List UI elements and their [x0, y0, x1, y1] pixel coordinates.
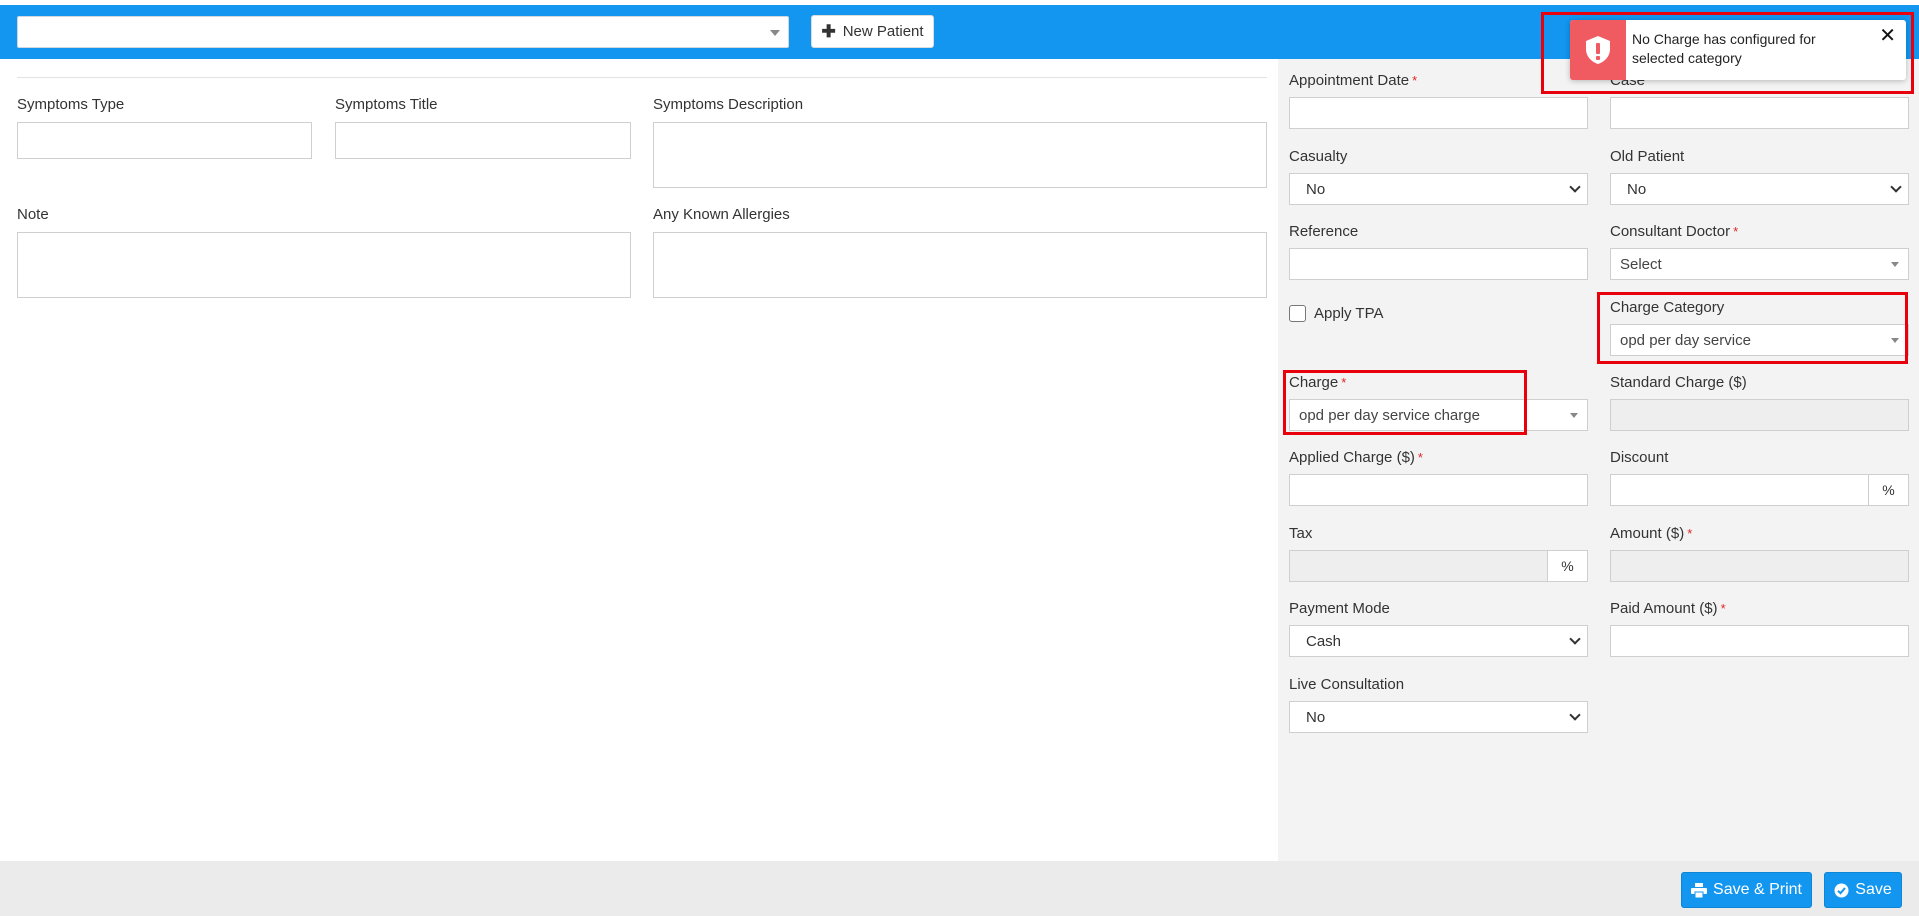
- old-patient-value: No: [1627, 180, 1647, 198]
- casualty-select[interactable]: No: [1289, 173, 1588, 205]
- payment-mode-label: Payment Mode: [1289, 600, 1390, 617]
- divider: [17, 77, 1267, 78]
- patient-search-select[interactable]: [17, 16, 789, 48]
- caret-down-icon: [770, 30, 780, 36]
- chevron-down-icon: [1890, 181, 1902, 193]
- check-circle-icon: [1834, 883, 1849, 897]
- paid-amount-input[interactable]: [1610, 625, 1909, 657]
- caret-down-icon: [1891, 338, 1899, 343]
- charge-label: Charge *: [1289, 374, 1347, 391]
- note-textarea[interactable]: [17, 232, 631, 298]
- symptoms-panel: Symptoms Type Symptoms Title Symptoms De…: [0, 59, 1278, 861]
- consultant-doctor-select[interactable]: Select: [1610, 248, 1909, 280]
- symptoms-description-label: Symptoms Description: [653, 96, 804, 113]
- casualty-value: No: [1306, 180, 1326, 198]
- symptoms-title-label: Symptoms Title: [335, 96, 438, 113]
- standard-charge-label: Standard Charge ($): [1610, 374, 1747, 391]
- live-consultation-label: Live Consultation: [1289, 676, 1405, 693]
- new-patient-button[interactable]: ✚ New Patient: [811, 15, 934, 48]
- note-label: Note: [17, 206, 49, 223]
- save-print-button[interactable]: Save & Print: [1681, 872, 1812, 908]
- shield-alert-icon: [1586, 36, 1610, 64]
- old-patient-label: Old Patient: [1610, 148, 1685, 165]
- amount-input: [1610, 550, 1909, 582]
- toast-icon-box: [1570, 20, 1626, 80]
- print-icon: [1691, 882, 1708, 898]
- tax-label: Tax: [1289, 525, 1313, 542]
- symptoms-type-label: Symptoms Type: [17, 96, 125, 113]
- close-icon[interactable]: ✕: [1879, 26, 1896, 46]
- discount-label: Discount: [1610, 449, 1669, 466]
- applied-charge-input[interactable]: [1289, 474, 1588, 506]
- toast-message: No Charge has configured for selected ca…: [1632, 31, 1816, 66]
- save-button[interactable]: Save: [1824, 872, 1902, 908]
- case-input[interactable]: [1610, 97, 1909, 129]
- amount-label: Amount ($) *: [1610, 525, 1693, 542]
- reference-input[interactable]: [1289, 248, 1588, 280]
- modal-footer: Save & Print Save: [0, 861, 1919, 916]
- apply-tpa-checkbox[interactable]: [1289, 305, 1306, 322]
- old-patient-select[interactable]: No: [1610, 173, 1909, 205]
- allergies-textarea[interactable]: [653, 232, 1267, 298]
- charge-select[interactable]: opd per day service charge: [1289, 399, 1588, 431]
- charge-category-label: Charge Category: [1610, 299, 1725, 316]
- allergies-label: Any Known Allergies: [653, 206, 790, 223]
- tax-input: [1289, 550, 1548, 582]
- new-patient-label: New Patient: [842, 23, 924, 40]
- standard-charge-input: [1610, 399, 1909, 431]
- save-label: Save: [1855, 881, 1892, 898]
- casualty-label: Casualty: [1289, 148, 1348, 165]
- payment-mode-select[interactable]: Cash: [1289, 625, 1588, 657]
- error-toast: No Charge has configured for selected ca…: [1570, 20, 1906, 80]
- discount-percent-addon: %: [1868, 474, 1909, 506]
- billing-panel: Appointment Date * Case Casualty No Old P…: [1278, 59, 1919, 861]
- live-consultation-select[interactable]: No: [1289, 701, 1588, 733]
- payment-mode-value: Cash: [1306, 632, 1342, 650]
- tax-percent-addon: %: [1547, 550, 1588, 582]
- apply-tpa-label: Apply TPA: [1314, 305, 1384, 322]
- chevron-down-icon: [1569, 181, 1581, 193]
- discount-input[interactable]: [1610, 474, 1869, 506]
- appointment-date-input[interactable]: [1289, 97, 1588, 129]
- plus-icon: ✚: [821, 22, 836, 41]
- consultant-doctor-label: Consultant Doctor *: [1610, 223, 1739, 240]
- reference-label: Reference: [1289, 223, 1359, 240]
- paid-amount-label: Paid Amount ($) *: [1610, 600, 1726, 617]
- caret-down-icon: [1891, 262, 1899, 267]
- chevron-down-icon: [1569, 709, 1581, 721]
- consultant-doctor-value: Select: [1620, 255, 1662, 273]
- applied-charge-label: Applied Charge ($) *: [1289, 449, 1423, 466]
- save-print-label: Save & Print: [1713, 881, 1802, 898]
- symptoms-title-input[interactable]: [335, 122, 631, 159]
- symptoms-type-select[interactable]: [17, 122, 312, 159]
- charge-category-select[interactable]: opd per day service: [1610, 324, 1909, 356]
- caret-down-icon: [1570, 413, 1578, 418]
- appointment-date-label: Appointment Date *: [1289, 72, 1418, 89]
- chevron-down-icon: [1569, 633, 1581, 645]
- charge-category-value: opd per day service: [1620, 331, 1751, 349]
- symptoms-description-textarea[interactable]: [653, 122, 1267, 188]
- charge-value: opd per day service charge: [1299, 406, 1480, 424]
- live-consultation-value: No: [1306, 708, 1326, 726]
